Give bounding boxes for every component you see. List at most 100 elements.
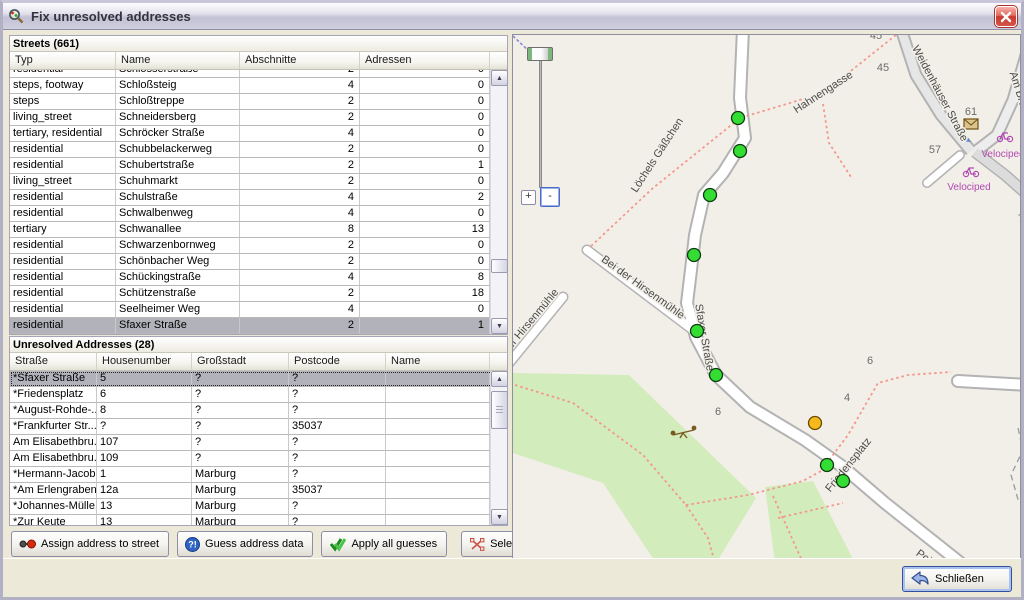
column-header-typ[interactable]: Typ bbox=[10, 52, 116, 69]
street-row[interactable]: residential Seelheimer Weg 4 0 bbox=[10, 302, 507, 318]
close-dialog-button[interactable]: Schließen bbox=[902, 566, 1012, 592]
street-abschnitte: 4 bbox=[240, 190, 360, 206]
apply-guesses-button[interactable]: Apply all guesses bbox=[321, 531, 447, 557]
column-header-adressen[interactable]: Adressen bbox=[360, 52, 490, 69]
address-row[interactable]: *Am Erlengraben 12a Marburg 35037 bbox=[10, 483, 507, 499]
zoom-slider-track[interactable] bbox=[539, 60, 542, 188]
streets-header: Typ Name Abschnitte Adressen bbox=[10, 52, 507, 70]
address-housenumber: 6 bbox=[97, 387, 192, 403]
map-canvas[interactable]: Hahnengasse Weidenhäuser Straße Am Brüc … bbox=[513, 35, 1021, 561]
address-marker-green[interactable] bbox=[688, 249, 701, 262]
poi-label: Velociped bbox=[981, 149, 1021, 160]
address-row[interactable]: *Frankfurter Str... ? ? 35037 bbox=[10, 419, 507, 435]
assign-address-button[interactable]: Assign address to street bbox=[11, 531, 169, 557]
street-typ: residential bbox=[10, 158, 116, 174]
window-title: Fix unresolved addresses bbox=[31, 9, 191, 24]
address-name bbox=[386, 435, 490, 451]
address-city: ? bbox=[192, 387, 289, 403]
address-marker-green[interactable] bbox=[837, 475, 850, 488]
close-button[interactable] bbox=[995, 6, 1017, 27]
house-number: 4 bbox=[844, 392, 850, 404]
guess-address-button[interactable]: ?! Guess address data bbox=[177, 531, 313, 557]
street-row[interactable]: residential Schwarzenbornweg 2 0 bbox=[10, 238, 507, 254]
address-row[interactable]: *Sfaxer Straße 5 ? ? bbox=[10, 371, 507, 387]
addresses-table: *Sfaxer Straße 5 ? ? *Friedensplatz 6 ? … bbox=[10, 371, 507, 525]
street-row[interactable]: residential Schwalbenweg 4 0 bbox=[10, 206, 507, 222]
address-postcode: ? bbox=[289, 515, 386, 525]
address-housenumber: 8 bbox=[97, 403, 192, 419]
title-bar[interactable]: Fix unresolved addresses bbox=[3, 3, 1021, 30]
street-row[interactable]: residential Schubertstraße 2 1 bbox=[10, 158, 507, 174]
address-marker-orange[interactable] bbox=[809, 417, 822, 430]
street-row[interactable]: steps Schloßtreppe 2 0 bbox=[10, 94, 507, 110]
address-housenumber: 5 bbox=[97, 371, 192, 387]
address-row[interactable]: *Friedensplatz 6 ? ? bbox=[10, 387, 507, 403]
street-abschnitte: 4 bbox=[240, 302, 360, 318]
scroll-down-icon[interactable]: ▼ bbox=[491, 509, 508, 525]
column-header-housenumber[interactable]: Housenumber bbox=[97, 353, 192, 370]
address-row[interactable]: *August-Rohde-... 8 ? ? bbox=[10, 403, 507, 419]
street-adressen: 0 bbox=[360, 254, 490, 270]
column-header-name[interactable]: Name bbox=[116, 52, 240, 69]
street-row[interactable]: residential Schückingstraße 4 8 bbox=[10, 270, 507, 286]
street-row[interactable]: tertiary Schwanallee 8 13 bbox=[10, 222, 507, 238]
address-row[interactable]: Am Elisabethbru... 109 ? ? bbox=[10, 451, 507, 467]
street-abschnitte: 2 bbox=[240, 238, 360, 254]
guess-address-label: Guess address data bbox=[205, 538, 303, 550]
zoom-out-button[interactable]: - bbox=[540, 187, 560, 207]
scroll-down-icon[interactable]: ▼ bbox=[491, 318, 508, 334]
street-typ: residential bbox=[10, 318, 116, 334]
address-row[interactable]: *Johannes-Mülle... 13 Marburg ? bbox=[10, 499, 507, 515]
street-name: Schneidersberg bbox=[116, 110, 240, 126]
column-header-name[interactable]: Name bbox=[386, 353, 490, 370]
address-postcode: ? bbox=[289, 467, 386, 483]
address-strasse: *Am Erlengraben bbox=[10, 483, 97, 499]
address-marker-green[interactable] bbox=[710, 369, 723, 382]
addresses-scroll-thumb[interactable] bbox=[491, 391, 508, 429]
street-row[interactable]: residential Schönbacher Weg 2 0 bbox=[10, 254, 507, 270]
address-marker-green[interactable] bbox=[734, 145, 747, 158]
zoom-slider-handle[interactable] bbox=[527, 47, 553, 61]
app-icon bbox=[8, 8, 25, 25]
column-header-strasse[interactable]: Straße bbox=[10, 353, 97, 370]
address-marker-green[interactable] bbox=[821, 459, 834, 472]
street-typ: steps bbox=[10, 94, 116, 110]
streets-scroll-thumb[interactable] bbox=[491, 259, 508, 273]
column-header-abschnitte[interactable]: Abschnitte bbox=[240, 52, 360, 69]
addresses-scrollbar[interactable]: ▲ ▼ bbox=[490, 371, 507, 525]
street-row[interactable]: steps, footway Schloßsteig 4 0 bbox=[10, 78, 507, 94]
address-marker-green[interactable] bbox=[691, 325, 704, 338]
svg-text:?!: ?! bbox=[188, 539, 197, 549]
address-strasse: *Johannes-Mülle... bbox=[10, 499, 97, 515]
street-adressen: 1 bbox=[360, 158, 490, 174]
street-row[interactable]: living_street Schuhmarkt 2 0 bbox=[10, 174, 507, 190]
address-row[interactable]: *Zur Keute 13 Marburg ? bbox=[10, 515, 507, 525]
scroll-up-icon[interactable]: ▲ bbox=[491, 371, 508, 387]
scroll-up-icon[interactable]: ▲ bbox=[491, 70, 508, 86]
map-view[interactable]: Hahnengasse Weidenhäuser Straße Am Brüc … bbox=[512, 34, 1021, 561]
house-number: 61 bbox=[965, 106, 977, 118]
address-strasse: *Hermann-Jacob... bbox=[10, 467, 97, 483]
street-row[interactable]: residential Sfaxer Straße 2 1 bbox=[10, 318, 507, 334]
street-name: Schwarzenbornweg bbox=[116, 238, 240, 254]
column-header-postcode[interactable]: Postcode bbox=[289, 353, 386, 370]
streets-scrollbar[interactable]: ▲ ▼ bbox=[490, 70, 507, 334]
address-marker-green[interactable] bbox=[704, 189, 717, 202]
address-row[interactable]: Am Elisabethbru... 107 ? ? bbox=[10, 435, 507, 451]
street-name: Schuhmarkt bbox=[116, 174, 240, 190]
street-row[interactable]: residential Schubbelackerweg 2 0 bbox=[10, 142, 507, 158]
address-marker-green[interactable] bbox=[732, 112, 745, 125]
address-row[interactable]: *Hermann-Jacob... 1 Marburg ? bbox=[10, 467, 507, 483]
street-row[interactable]: living_street Schneidersberg 2 0 bbox=[10, 110, 507, 126]
address-housenumber: 1 bbox=[97, 467, 192, 483]
street-row[interactable]: tertiary, residential Schröcker Straße 4… bbox=[10, 126, 507, 142]
street-row[interactable]: residential Schulstraße 4 2 bbox=[10, 190, 507, 206]
street-row[interactable]: residential Schlosserstraße 2 0 bbox=[10, 70, 507, 78]
column-header-grossstadt[interactable]: Großstadt bbox=[192, 353, 289, 370]
street-name: Seelheimer Weg bbox=[116, 302, 240, 318]
guess-address-icon: ?! bbox=[185, 537, 200, 552]
street-typ: residential bbox=[10, 238, 116, 254]
street-abschnitte: 2 bbox=[240, 254, 360, 270]
street-row[interactable]: residential Schützenstraße 2 18 bbox=[10, 286, 507, 302]
zoom-in-button[interactable]: + bbox=[521, 190, 536, 205]
